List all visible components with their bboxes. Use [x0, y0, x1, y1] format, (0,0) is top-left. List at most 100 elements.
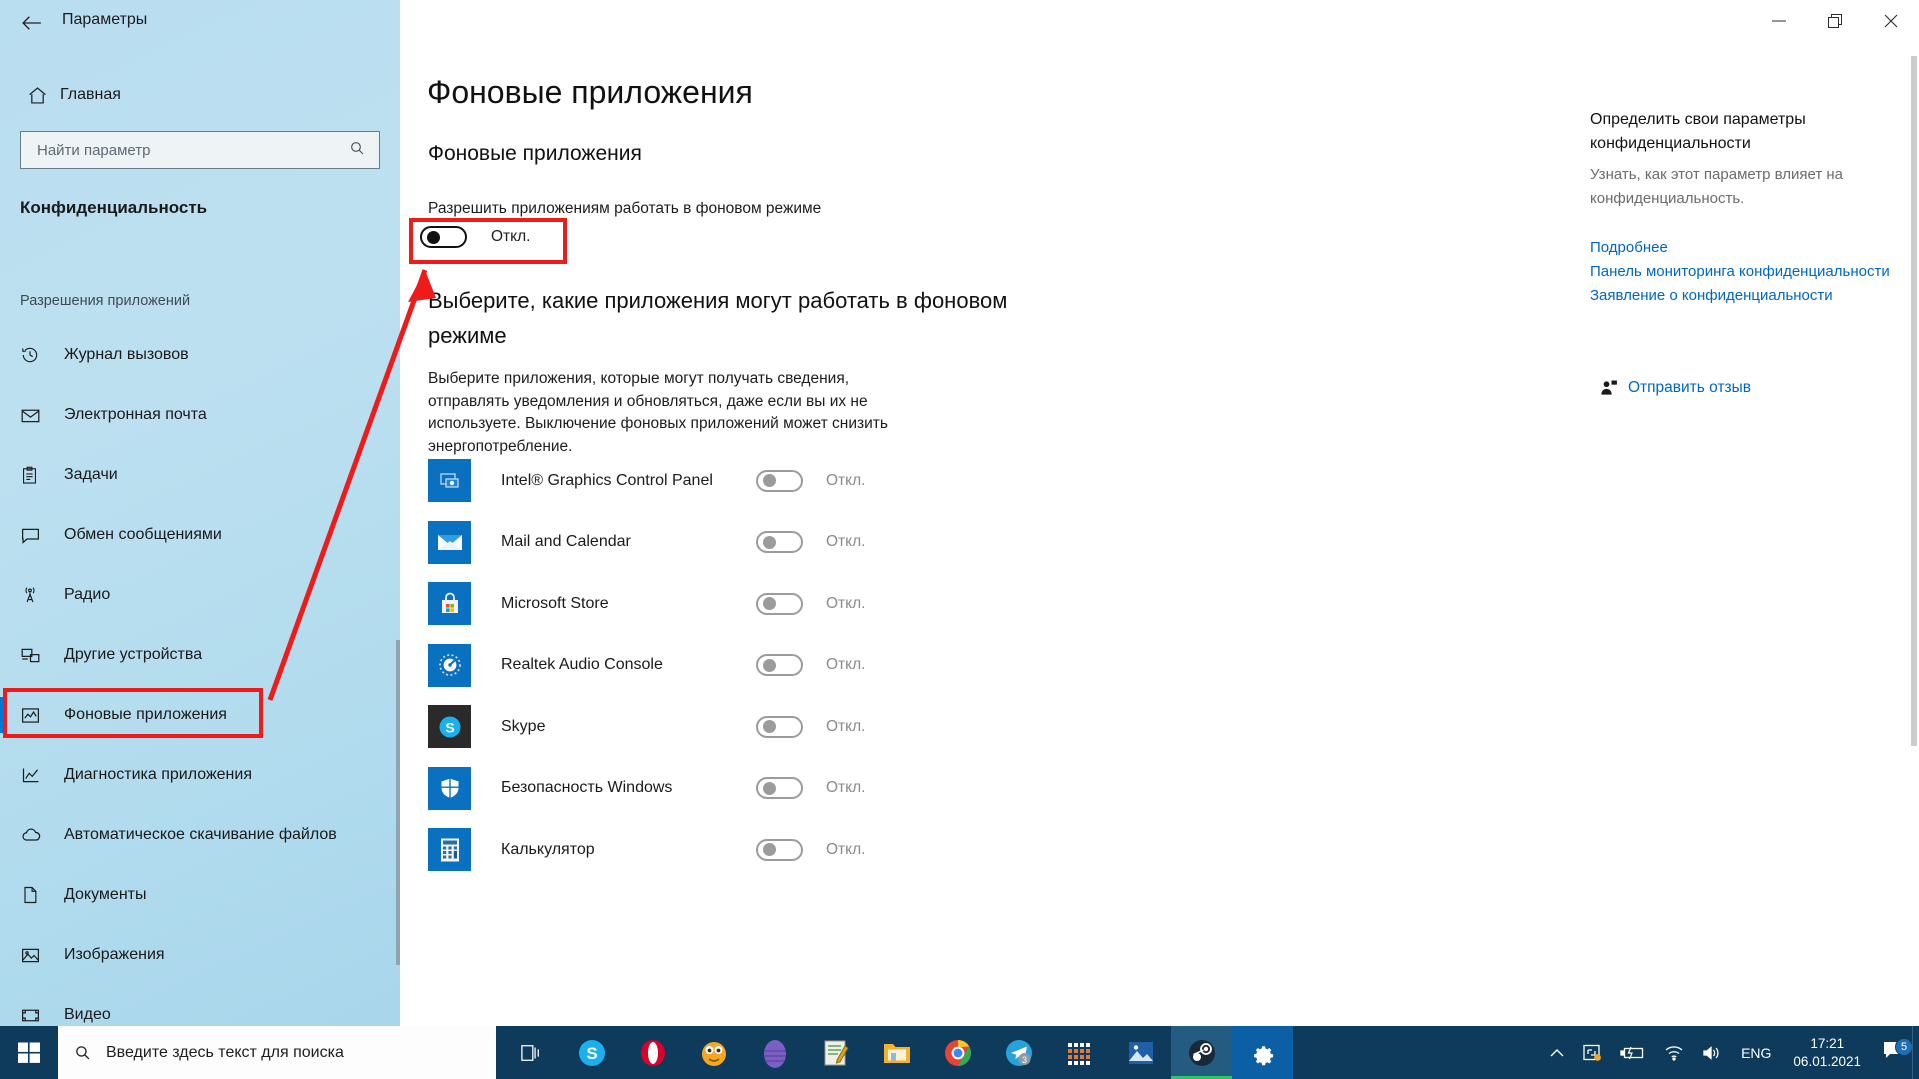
- intel-graphics-icon: [428, 459, 471, 503]
- toggle-knob: [763, 658, 776, 672]
- link-privacy-dashboard[interactable]: Панель мониторинга конфиденциальности: [1590, 260, 1890, 284]
- back-button[interactable]: [10, 2, 54, 44]
- windows-start-icon[interactable]: [0, 1026, 58, 1079]
- app-row: S Skype Откл.: [420, 696, 1420, 758]
- sidebar-item-label: Диагностика приложения: [64, 766, 252, 783]
- onedrive-sync-icon[interactable]: [1573, 1043, 1611, 1063]
- microsoft-store-icon: [428, 582, 471, 626]
- minimize-button[interactable]: [1751, 0, 1807, 42]
- mail-app-icon: [428, 520, 471, 564]
- toggle-knob: [763, 720, 776, 734]
- app-name: Mail and Calendar: [501, 533, 631, 551]
- app-state: Откл.: [826, 594, 866, 612]
- battery-charging-icon[interactable]: [1611, 1046, 1655, 1060]
- maximize-button[interactable]: [1807, 0, 1863, 42]
- clock-date: 06.01.2021: [1793, 1053, 1861, 1069]
- master-toggle-state: Откл.: [491, 228, 531, 245]
- app-toggle[interactable]: [756, 777, 803, 800]
- clock[interactable]: 17:21 06.01.2021: [1781, 1035, 1873, 1071]
- app-toggle[interactable]: [756, 592, 803, 615]
- sidebar-item-call-history[interactable]: Журнал вызовов: [0, 325, 400, 385]
- sidebar-group-label: Разрешения приложений: [20, 293, 191, 309]
- sidebar-item-documents[interactable]: Документы: [0, 865, 400, 925]
- right-panel-paragraph: Узнать, как этот параметр влияет на конф…: [1590, 166, 1843, 207]
- choose-apps-heading: Выберите, какие приложения могут работат…: [428, 288, 1008, 348]
- chevron-up-icon[interactable]: [1541, 1048, 1573, 1058]
- sidebar-item-label: Видео: [64, 1006, 111, 1023]
- page-title: Фоновые приложения: [427, 74, 753, 110]
- skype-icon[interactable]: S: [561, 1026, 622, 1079]
- app-name: Skype: [501, 717, 546, 735]
- app-row: Realtek Audio Console Откл.: [420, 635, 1420, 697]
- close-button[interactable]: [1863, 0, 1919, 42]
- photos-icon[interactable]: [1110, 1026, 1171, 1079]
- notepad-app-icon[interactable]: [805, 1026, 866, 1079]
- master-toggle-row: Откл.: [420, 226, 530, 248]
- steam-icon[interactable]: [1171, 1026, 1232, 1079]
- file-explorer-icon[interactable]: [866, 1026, 927, 1079]
- windows-security-icon: [428, 766, 471, 810]
- emoji-app-icon[interactable]: [683, 1026, 744, 1079]
- app-state: Откл.: [826, 656, 866, 674]
- sidebar-item-auto-file-download[interactable]: Автоматическое скачивание файлов: [0, 805, 400, 865]
- sidebar-item-other-devices[interactable]: Другие устройства: [0, 625, 400, 685]
- sidebar-item-radio[interactable]: Радио: [0, 565, 400, 625]
- sidebar-item-label: Документы: [64, 886, 147, 903]
- sidebar-category-title: Конфиденциальность: [20, 198, 208, 217]
- sidebar-item-email[interactable]: Электронная почта: [0, 385, 400, 445]
- sidebar-item-label: Автоматическое скачивание файлов: [64, 826, 337, 843]
- feedback-person-icon: [1590, 378, 1628, 398]
- sidebar-item-label: Радио: [64, 586, 111, 603]
- allow-background-label: Разрешить приложениям работать в фоновом…: [428, 200, 822, 217]
- app-row: Калькулятор Откл.: [420, 819, 1420, 881]
- allow-background-apps-toggle[interactable]: [420, 226, 467, 248]
- wifi-icon[interactable]: [1655, 1045, 1693, 1061]
- sidebar-item-pictures[interactable]: Изображения: [0, 925, 400, 985]
- taskbar: Введите здесь текст для поиска S 3 ENG 1…: [0, 1026, 1919, 1079]
- link-privacy-statement[interactable]: Заявление о конфиденциальности: [1590, 284, 1890, 308]
- search-input[interactable]: Найти параметр: [20, 131, 380, 169]
- app-toggle[interactable]: [756, 654, 803, 677]
- mail-icon: [20, 405, 64, 426]
- sidebar-item-label: Фоновые приложения: [64, 706, 227, 723]
- sidebar-item-messaging[interactable]: Обмен сообщениями: [0, 505, 400, 565]
- taskbar-search-placeholder: Введите здесь текст для поиска: [106, 1043, 344, 1061]
- app-row: Mail and Calendar Откл.: [420, 512, 1420, 574]
- settings-gear-icon[interactable]: [1232, 1026, 1293, 1079]
- task-view-icon[interactable]: [500, 1026, 561, 1079]
- toggle-knob: [763, 781, 776, 795]
- app-toggle[interactable]: [756, 838, 803, 861]
- svg-text:S: S: [445, 719, 454, 735]
- clock-time: 17:21: [1810, 1035, 1845, 1051]
- app-toggle[interactable]: [756, 469, 803, 492]
- app-row: Intel® Graphics Control Panel Откл.: [420, 450, 1420, 512]
- messaging-icon: [20, 525, 64, 546]
- chrome-icon[interactable]: [927, 1026, 988, 1079]
- telegram-icon[interactable]: 3: [988, 1026, 1049, 1079]
- app-toggle[interactable]: [756, 715, 803, 738]
- taskbar-app-buttons: S 3: [500, 1026, 1293, 1079]
- sidebar-item-tasks[interactable]: Задачи: [0, 445, 400, 505]
- language-indicator[interactable]: ENG: [1731, 1045, 1781, 1061]
- sidebar-item-background-apps[interactable]: Фоновые приложения: [0, 685, 400, 745]
- sidebar-item-home[interactable]: Главная: [14, 75, 384, 115]
- grid-app-icon[interactable]: [1049, 1026, 1110, 1079]
- send-feedback-label: Отправить отзыв: [1628, 379, 1752, 396]
- show-desktop-button[interactable]: [1912, 1026, 1919, 1079]
- sidebar-item-app-diagnostics[interactable]: Диагностика приложения: [0, 745, 400, 805]
- right-panel-heading: Определить свои параметры конфиденциальн…: [1590, 111, 1806, 152]
- link-learn-more[interactable]: Подробнее: [1590, 236, 1890, 260]
- radio-icon: [20, 585, 64, 605]
- window-titlebar: Параметры: [0, 0, 1919, 48]
- purple-egg-icon[interactable]: [744, 1026, 805, 1079]
- app-toggle[interactable]: [756, 531, 803, 554]
- opera-icon[interactable]: [622, 1026, 683, 1079]
- volume-icon[interactable]: [1693, 1045, 1731, 1061]
- choose-apps-description: Выберите приложения, которые могут получ…: [428, 370, 888, 455]
- taskbar-search-input[interactable]: Введите здесь текст для поиска: [58, 1026, 496, 1079]
- call-history-icon: [20, 345, 64, 365]
- app-name: Realtek Audio Console: [501, 656, 663, 674]
- svg-text:3: 3: [1021, 1055, 1026, 1065]
- send-feedback-row[interactable]: Отправить отзыв: [1590, 378, 1751, 398]
- content-scrollbar[interactable]: [1911, 56, 1917, 746]
